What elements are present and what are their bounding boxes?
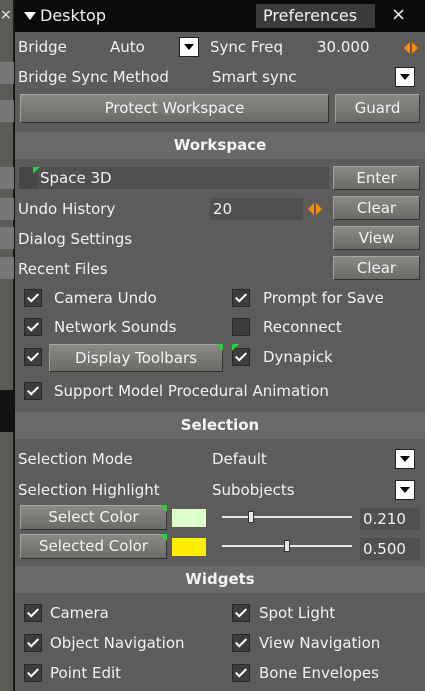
background-field bbox=[0, 227, 14, 249]
widget-camera-checkbox[interactable] bbox=[24, 604, 42, 622]
selection-mode-dropdown-icon[interactable] bbox=[395, 449, 415, 469]
selection-section-header[interactable]: Selection bbox=[15, 412, 425, 439]
space3d-label: Space 3D bbox=[40, 169, 112, 187]
procedural-animation-checkbox[interactable] bbox=[24, 382, 42, 400]
bridge-sync-value[interactable]: Smart sync bbox=[212, 66, 297, 88]
widget-object-navigation-label: Object Navigation bbox=[50, 634, 185, 652]
widget-spot-light-checkbox[interactable] bbox=[232, 604, 250, 622]
prompt-save-label: Prompt for Save bbox=[263, 289, 384, 307]
selected-color-button[interactable]: Selected Color bbox=[20, 534, 167, 559]
marker-icon bbox=[160, 534, 167, 541]
selected-color-value: 0.500 bbox=[363, 540, 406, 558]
display-toolbars-button[interactable]: Display Toolbars bbox=[49, 344, 223, 372]
select-color-value: 0.210 bbox=[363, 510, 406, 528]
display-toolbars-checkbox[interactable] bbox=[24, 348, 42, 366]
select-color-button[interactable]: Select Color bbox=[20, 505, 167, 530]
protect-workspace-button[interactable]: Protect Workspace bbox=[20, 94, 329, 123]
sync-freq-input[interactable]: 30.000 bbox=[317, 36, 370, 58]
bridge-sync-dropdown-icon[interactable] bbox=[395, 67, 415, 87]
bridge-value[interactable]: Auto bbox=[110, 36, 145, 58]
dialog-settings-label: Dialog Settings bbox=[18, 230, 133, 248]
selection-highlight-dropdown-icon[interactable] bbox=[395, 480, 415, 500]
recent-files-label: Recent Files bbox=[18, 260, 108, 278]
window-title: Desktop bbox=[40, 6, 106, 25]
prompt-save-checkbox[interactable] bbox=[232, 289, 250, 307]
selected-color-input[interactable]: 0.500 bbox=[360, 538, 420, 560]
undo-history-clear-button[interactable]: Clear bbox=[333, 196, 420, 220]
background-field bbox=[0, 257, 14, 279]
background-field bbox=[0, 198, 14, 220]
selected-color-slider-knob[interactable] bbox=[284, 540, 290, 552]
undo-history-input[interactable]: 20 bbox=[210, 198, 303, 220]
select-color-input[interactable]: 0.210 bbox=[360, 508, 420, 530]
widget-view-navigation-label: View Navigation bbox=[259, 634, 381, 652]
selection-mode-value[interactable]: Default bbox=[212, 448, 267, 470]
close-icon[interactable]: × bbox=[391, 4, 406, 26]
network-sounds-checkbox[interactable] bbox=[24, 318, 42, 336]
widget-object-navigation-checkbox[interactable] bbox=[24, 634, 42, 652]
select-color-swatch[interactable] bbox=[172, 509, 206, 527]
sync-freq-spinner-icon[interactable] bbox=[404, 40, 418, 56]
widget-camera-label: Camera bbox=[50, 604, 109, 622]
recent-files-clear-button[interactable]: Clear bbox=[333, 256, 420, 280]
dynapick-label: Dynapick bbox=[263, 348, 333, 366]
reconnect-label: Reconnect bbox=[263, 318, 342, 336]
background-panel-left-top: × bbox=[0, 0, 14, 390]
marker-icon bbox=[216, 344, 223, 351]
background-field bbox=[0, 100, 14, 122]
camera-undo-label: Camera Undo bbox=[54, 289, 157, 307]
selection-highlight-label: Selection Highlight bbox=[18, 481, 160, 499]
widget-point-edit-label: Point Edit bbox=[50, 664, 122, 682]
collapse-arrow-icon[interactable] bbox=[24, 12, 36, 20]
sync-freq-label: Sync Freq bbox=[210, 38, 284, 56]
marker-icon bbox=[232, 344, 239, 351]
workspace-section-header[interactable]: Workspace bbox=[15, 132, 425, 159]
undo-history-spinner-icon[interactable] bbox=[308, 201, 322, 217]
dialog-settings-view-button[interactable]: View bbox=[333, 226, 420, 250]
space3d-field[interactable]: Space 3D bbox=[19, 167, 329, 189]
marker-icon bbox=[33, 167, 40, 174]
select-color-slider[interactable] bbox=[222, 506, 352, 528]
bridge-dropdown-icon[interactable] bbox=[179, 37, 199, 57]
title-bar: Desktop Preferences × bbox=[15, 0, 425, 32]
slider-track bbox=[222, 516, 352, 518]
bridge-label: Bridge bbox=[18, 38, 67, 56]
background-panels: × bbox=[0, 0, 15, 691]
widgets-section-header[interactable]: Widgets bbox=[15, 566, 425, 593]
selection-mode-label: Selection Mode bbox=[18, 450, 133, 468]
tab-preferences-label: Preferences bbox=[263, 6, 358, 25]
space3d-enter-button[interactable]: Enter bbox=[333, 166, 420, 190]
background-panel-left-bottom bbox=[0, 432, 14, 691]
marker-icon bbox=[160, 505, 167, 512]
select-color-slider-knob[interactable] bbox=[248, 511, 255, 523]
background-close-icon: × bbox=[0, 7, 12, 23]
tab-preferences[interactable]: Preferences bbox=[256, 4, 375, 28]
network-sounds-label: Network Sounds bbox=[54, 318, 177, 336]
selected-color-swatch[interactable] bbox=[172, 538, 206, 556]
guard-button[interactable]: Guard bbox=[335, 94, 420, 123]
selection-highlight-value[interactable]: Subobjects bbox=[212, 479, 295, 501]
widget-bone-envelopes-checkbox[interactable] bbox=[232, 664, 250, 682]
widget-bone-envelopes-label: Bone Envelopes bbox=[259, 664, 379, 682]
reconnect-checkbox[interactable] bbox=[232, 318, 250, 336]
undo-history-label: Undo History bbox=[18, 200, 116, 218]
background-field bbox=[0, 62, 14, 84]
selected-color-slider[interactable] bbox=[222, 535, 352, 557]
preferences-panel: Desktop Preferences × Bridge Auto Sync F… bbox=[15, 0, 425, 691]
widget-spot-light-label: Spot Light bbox=[259, 604, 336, 622]
widget-point-edit-checkbox[interactable] bbox=[24, 664, 42, 682]
widget-view-navigation-checkbox[interactable] bbox=[232, 634, 250, 652]
camera-undo-checkbox[interactable] bbox=[24, 289, 42, 307]
bridge-sync-label: Bridge Sync Method bbox=[18, 68, 169, 86]
background-field bbox=[0, 167, 14, 189]
procedural-animation-label: Support Model Procedural Animation bbox=[54, 382, 329, 400]
undo-history-value: 20 bbox=[213, 200, 233, 218]
